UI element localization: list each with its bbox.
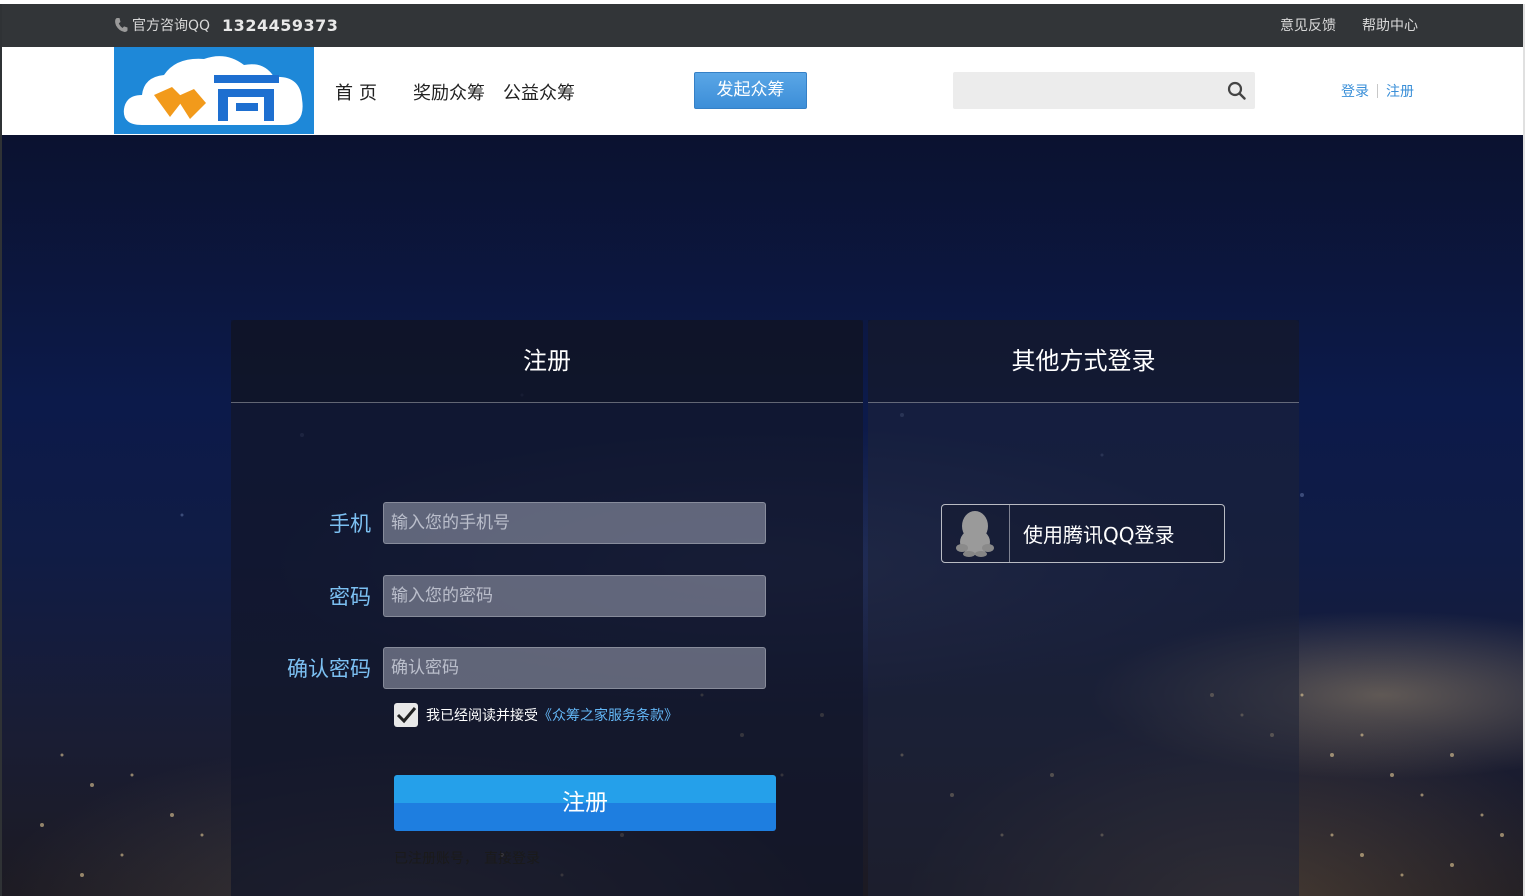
qq-login-button[interactable]: 使用腾讯QQ登录 (941, 504, 1225, 563)
top-links: 意见反馈 帮助中心 (1280, 15, 1418, 35)
qq-icon-box (942, 505, 1010, 562)
agree-checkbox[interactable] (394, 703, 418, 727)
header: 首页 奖励众筹 公益众筹 发起众筹 登录 注册 (2, 47, 1523, 135)
phone-input[interactable] (383, 502, 766, 544)
main-nav: 首页 奖励众筹 公益众筹 (335, 79, 575, 105)
other-login-title: 其他方式登录 (868, 320, 1299, 403)
feedback-link[interactable]: 意见反馈 (1280, 15, 1336, 35)
checkmark-icon (396, 707, 417, 724)
qq-contact: 官方咨询QQ 1324459373 (114, 15, 338, 35)
help-center-link[interactable]: 帮助中心 (1362, 15, 1418, 35)
nav-reward-crowdfunding[interactable]: 奖励众筹 (413, 79, 485, 105)
search-box (953, 72, 1255, 109)
qq-penguin-icon (956, 511, 994, 557)
nav-home[interactable]: 首页 (335, 79, 383, 105)
phone-icon (115, 18, 128, 32)
password-input[interactable] (383, 575, 766, 617)
search-input[interactable] (953, 72, 1213, 109)
confirm-password-label: 确认密码 (287, 657, 371, 681)
confirm-password-row: 确认密码 (231, 647, 766, 689)
password-label: 密码 (329, 585, 371, 609)
other-login-panel: 其他方式登录 使用腾讯QQ登录 (868, 320, 1299, 896)
qq-login-label: 使用腾讯QQ登录 (1023, 523, 1175, 547)
left-edge (0, 0, 2, 896)
register-panel: 注册 手机 密码 确认密码 我已经阅读并接受 《众筹之家服务条款》 注册 已注册… (231, 320, 863, 896)
qq-number: 1324459373 (222, 15, 339, 35)
terms-link[interactable]: 《众筹之家服务条款》 (538, 705, 678, 725)
page: 官方咨询QQ 1324459373 意见反馈 帮助中心 首页 奖励众筹 公益众筹… (0, 0, 1525, 896)
logo[interactable] (114, 47, 314, 134)
register-link[interactable]: 注册 (1386, 81, 1414, 101)
direct-login-link[interactable]: 直接登录 (484, 851, 540, 867)
agreement-row: 我已经阅读并接受 《众筹之家服务条款》 (394, 703, 678, 727)
agree-text: 我已经阅读并接受 (426, 708, 538, 724)
launch-crowdfunding-button[interactable]: 发起众筹 (694, 72, 807, 109)
nav-charity-crowdfunding[interactable]: 公益众筹 (503, 79, 575, 105)
auth-links: 登录 注册 (1341, 81, 1414, 101)
register-title: 注册 (231, 320, 863, 403)
login-hint-text: 已注册账号， (394, 851, 478, 867)
phone-row: 手机 (231, 502, 766, 544)
top-bar: 官方咨询QQ 1324459373 意见反馈 帮助中心 (2, 4, 1523, 47)
cloud-logo-icon (123, 56, 303, 125)
confirm-password-input[interactable] (383, 647, 766, 689)
password-row: 密码 (231, 575, 766, 617)
register-submit-button[interactable]: 注册 (394, 775, 776, 831)
login-link[interactable]: 登录 (1341, 81, 1369, 101)
login-hint: 已注册账号， 直接登录 (394, 848, 540, 868)
auth-divider (1377, 84, 1378, 98)
search-icon[interactable] (1227, 81, 1246, 100)
qq-label: 官方咨询QQ (132, 18, 211, 34)
phone-label: 手机 (329, 512, 371, 536)
top-edge (0, 0, 1525, 4)
